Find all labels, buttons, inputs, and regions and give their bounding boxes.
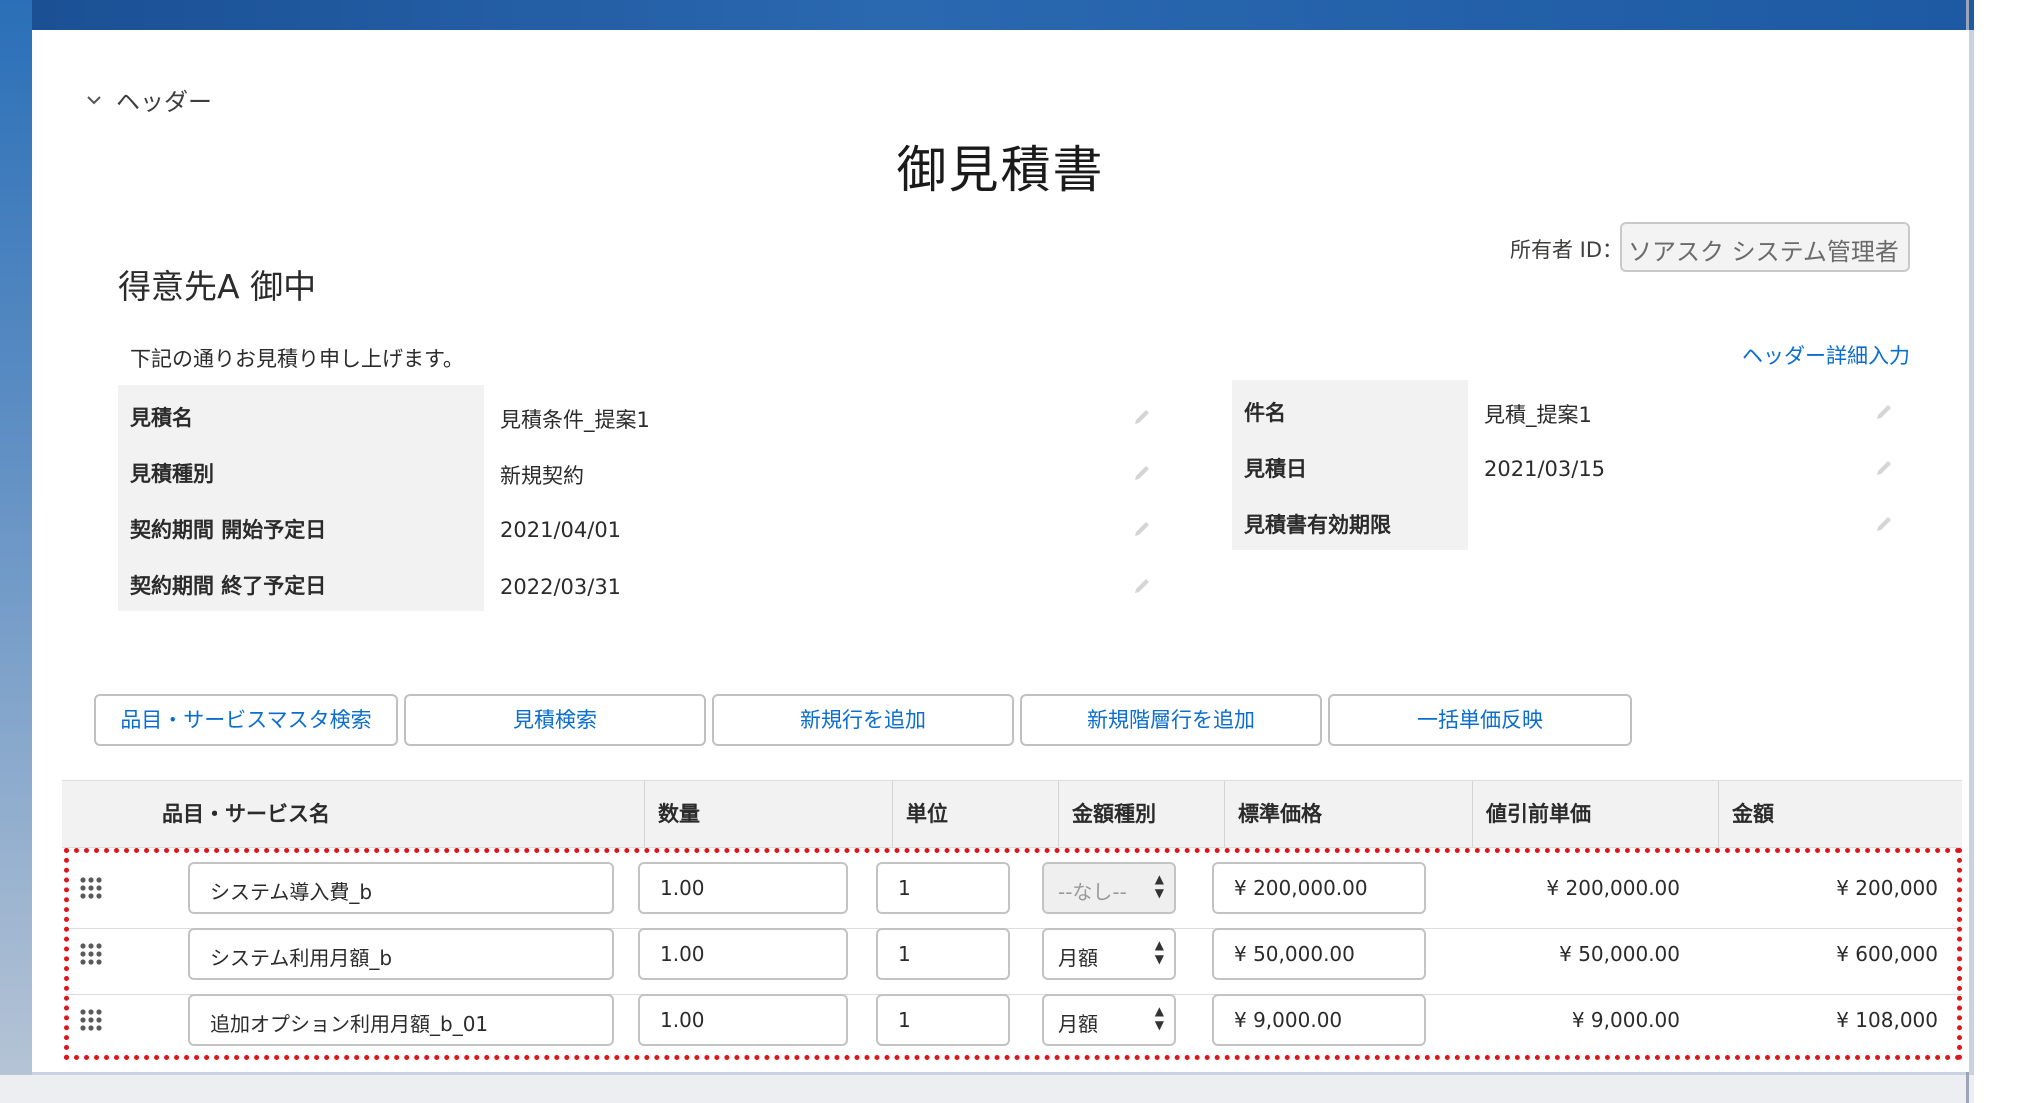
field-value: 新規契約 [500, 464, 584, 488]
field-label: 見積名 [130, 406, 193, 430]
field-label: 契約期間 終了予定日 [130, 574, 327, 598]
field-value: 2022/03/31 [500, 575, 622, 599]
owner-label: 所有者 ID： [1510, 238, 1624, 262]
add-hierarchy-row-button[interactable]: 新規階層行を追加 [1020, 694, 1322, 746]
column-header-quantity[interactable]: 数量 [658, 781, 700, 847]
header-detail-link[interactable]: ヘッダー詳細入力 [1742, 340, 1910, 370]
field-label: 見積日 [1244, 457, 1307, 481]
field-contract-start: 契約期間 開始予定日 [130, 514, 326, 544]
field-label: 契約期間 開始予定日 [130, 518, 327, 542]
column-header-amount[interactable]: 金額 [1732, 781, 1774, 847]
pencil-icon[interactable] [1874, 458, 1894, 478]
column-header-pre-discount-price[interactable]: 値引前単価 [1486, 781, 1591, 847]
column-divider [1718, 781, 1719, 847]
pencil-icon[interactable] [1132, 407, 1152, 427]
field-label: 見積書有効期限 [1244, 513, 1391, 537]
field-contract-end: 契約期間 終了予定日 [130, 570, 326, 600]
right-margin [1974, 0, 2027, 1103]
column-divider [1224, 781, 1225, 847]
highlight-annotation-box [64, 848, 1962, 1060]
pencil-icon[interactable] [1132, 576, 1152, 596]
column-header-amount-type[interactable]: 金額種別 [1072, 781, 1156, 847]
header-section-toggle[interactable]: ヘッダー [86, 82, 212, 117]
field-quote-date: 見積日 [1244, 453, 1307, 483]
column-divider [644, 781, 645, 847]
header-toggle-label: ヘッダー [116, 88, 212, 116]
column-header-item-name[interactable]: 品目・サービス名 [162, 781, 330, 847]
pencil-icon[interactable] [1132, 463, 1152, 483]
pencil-icon[interactable] [1132, 519, 1152, 539]
bulk-price-apply-button[interactable]: 一括単価反映 [1328, 694, 1632, 746]
column-header-unit[interactable]: 単位 [906, 781, 948, 847]
pencil-icon[interactable] [1874, 402, 1894, 422]
window-left-band [0, 0, 32, 1103]
field-quote-name: 見積名 [130, 402, 193, 432]
field-label: 件名 [1244, 401, 1286, 425]
column-divider [892, 781, 893, 847]
field-value: 見積_提案1 [1484, 403, 1592, 427]
field-value: 2021/03/15 [1484, 457, 1606, 481]
document-title: 御見積書 [896, 141, 1105, 199]
field-quote-type: 見積種別 [130, 458, 214, 488]
pencil-icon[interactable] [1874, 514, 1894, 534]
field-value: 見積条件_提案1 [500, 408, 650, 432]
chevron-down-icon [87, 95, 101, 104]
quote-search-button[interactable]: 見積検索 [404, 694, 706, 746]
customer-name: 得意先A 御中 [118, 267, 317, 306]
quote-card: ヘッダー 御見積書 所有者 ID： ソアスク システム管理者 得意先A 御中 下… [32, 30, 1969, 1072]
item-master-search-button[interactable]: 品目・サービスマスタ検索 [94, 694, 398, 746]
field-subject: 件名 [1244, 397, 1286, 427]
window-top-band [0, 0, 1974, 30]
bottom-strip [0, 1075, 1974, 1103]
field-value: 2021/04/01 [500, 518, 622, 542]
intro-text: 下記の通りお見積り申し上げます。 [130, 347, 464, 371]
column-divider [1472, 781, 1473, 847]
owner-field[interactable]: ソアスク システム管理者 [1620, 222, 1910, 272]
field-label: 見積種別 [130, 462, 214, 486]
column-header-standard-price[interactable]: 標準価格 [1238, 781, 1322, 847]
add-row-button[interactable]: 新規行を追加 [712, 694, 1014, 746]
field-valid-until: 見積書有効期限 [1244, 509, 1391, 539]
column-divider [1058, 781, 1059, 847]
table-header: 品目・サービス名 数量 単位 金額種別 標準価格 値引前単価 金額 [62, 780, 1962, 848]
